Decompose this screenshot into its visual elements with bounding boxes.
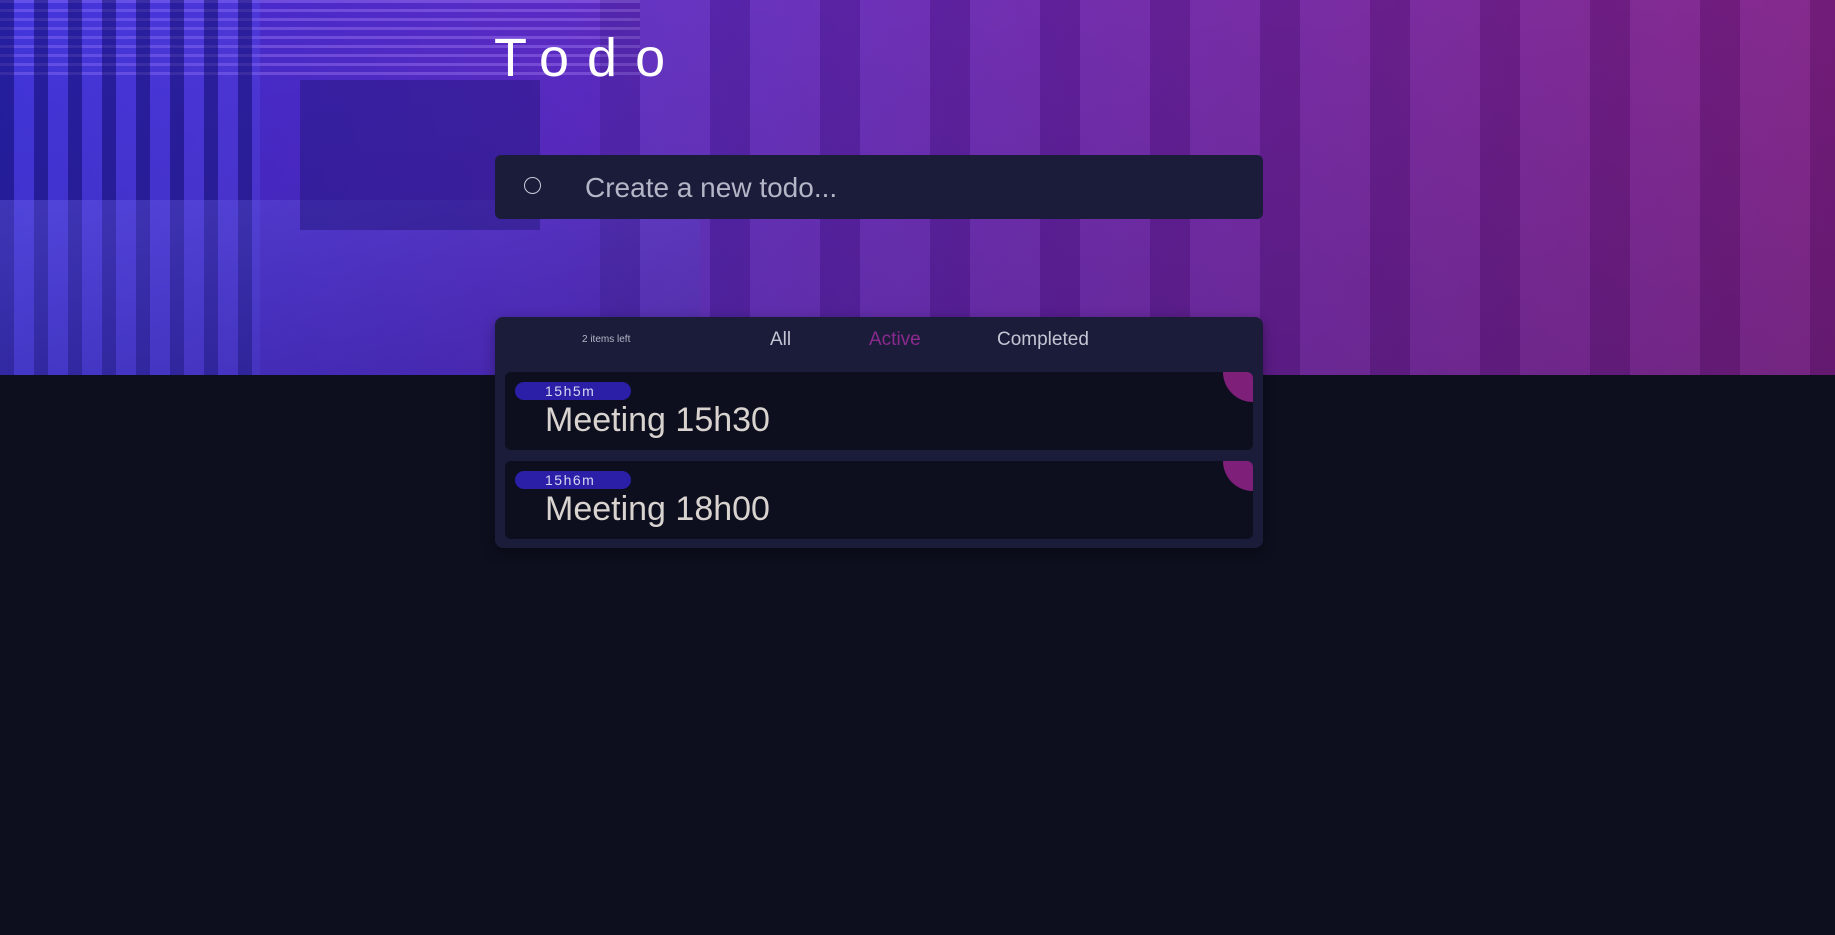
todo-list-panel: 2 items left All Active Completed 15h5m … <box>495 317 1263 548</box>
filter-all[interactable]: All <box>770 329 791 351</box>
new-todo-input[interactable] <box>583 165 1227 211</box>
todo-text: Meeting 18h00 <box>545 490 770 528</box>
app-title: Todo <box>494 28 684 88</box>
time-badge: 15h6m <box>515 471 631 489</box>
filter-bar: 2 items left All Active Completed <box>495 317 1263 365</box>
todo-text: Meeting 15h30 <box>545 401 770 439</box>
items-left-count: 2 items left <box>582 334 631 345</box>
time-badge: 15h5m <box>515 382 631 400</box>
corner-tag-icon[interactable] <box>1223 372 1253 402</box>
circle-icon[interactable] <box>524 177 541 194</box>
todo-item[interactable]: 15h6m Meeting 18h00 <box>505 461 1253 539</box>
todo-item[interactable]: 15h5m Meeting 15h30 <box>505 372 1253 450</box>
filter-active[interactable]: Active <box>869 329 921 351</box>
new-todo-bar <box>495 155 1263 219</box>
corner-tag-icon[interactable] <box>1223 461 1253 491</box>
filter-completed[interactable]: Completed <box>997 329 1089 351</box>
